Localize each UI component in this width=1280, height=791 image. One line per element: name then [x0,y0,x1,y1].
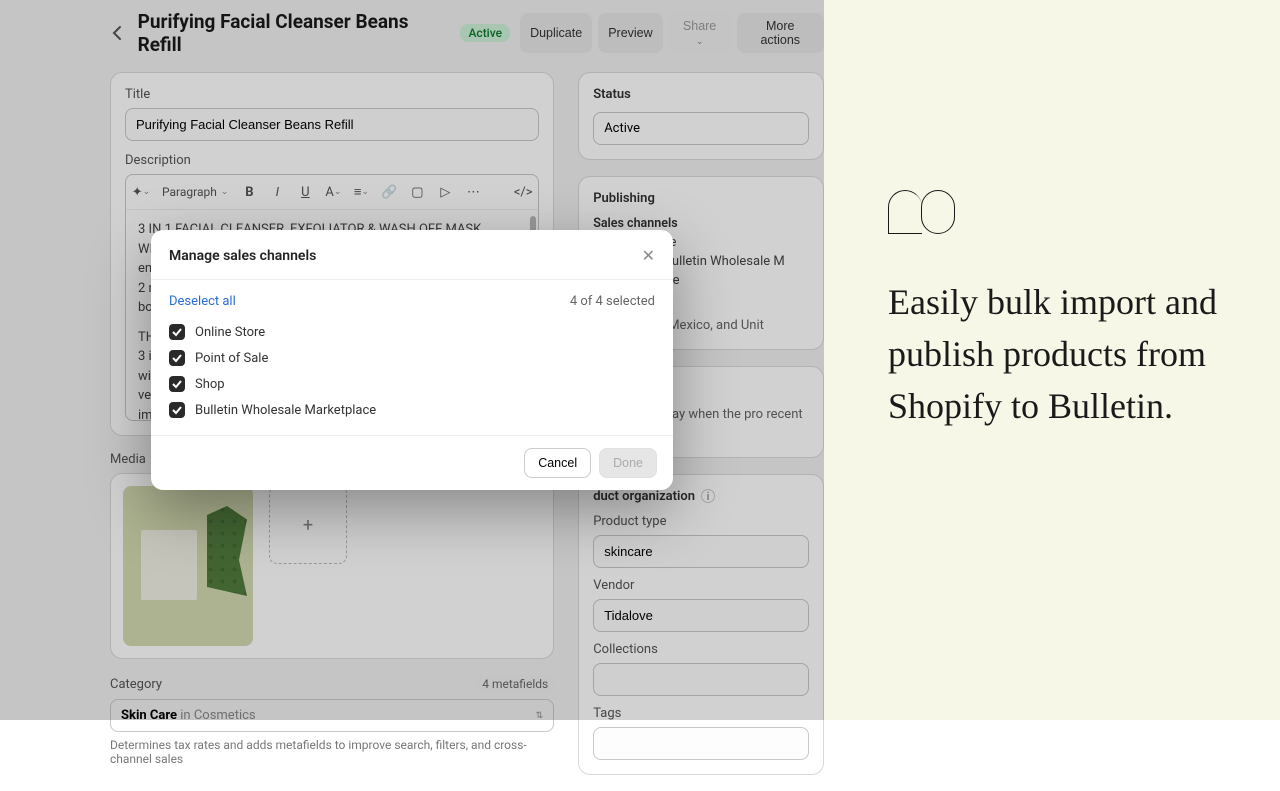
modal-title: Manage sales channels [169,248,316,264]
channel-checkbox-shop[interactable]: Shop [169,371,655,397]
bulletin-logo-icon [888,190,955,234]
app-left-panel: Purifying Facial Cleanser Beans Refill A… [0,0,824,720]
tags-input[interactable] [593,727,809,760]
checkbox-checked-icon [169,324,185,340]
close-icon[interactable]: ✕ [642,246,655,265]
manage-sales-channels-modal: Manage sales channels ✕ Deselect all 4 o… [151,230,673,490]
channel-checkbox-pos[interactable]: Point of Sale [169,345,655,371]
checkbox-checked-icon [169,350,185,366]
channel-checkbox-online-store[interactable]: Online Store [169,319,655,345]
cancel-button[interactable]: Cancel [524,448,591,478]
selection-count: 4 of 4 selected [570,294,655,309]
promo-panel: Easily bulk import and publish products … [824,0,1280,720]
checkbox-checked-icon [169,402,185,418]
promo-tagline: Easily bulk import and publish products … [888,276,1232,433]
checkbox-checked-icon [169,376,185,392]
deselect-all-link[interactable]: Deselect all [169,294,236,309]
done-button[interactable]: Done [599,448,657,478]
channel-checkbox-bulletin[interactable]: Bulletin Wholesale Marketplace [169,397,655,423]
category-help-text: Determines tax rates and adds metafields… [110,738,554,766]
